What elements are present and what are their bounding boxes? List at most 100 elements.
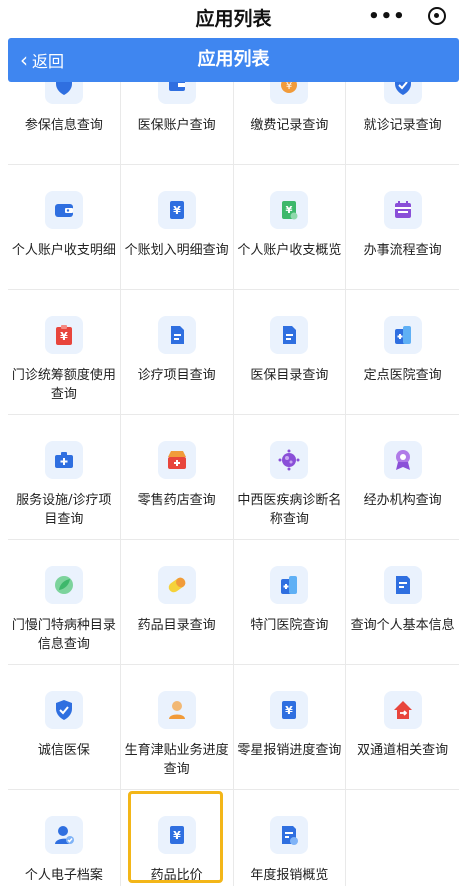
app-tile-label: 就诊记录查询	[363, 118, 442, 133]
app-tile[interactable]: 经办机构查询	[346, 415, 459, 539]
app-tile-label: 个人账户收支明细	[11, 243, 116, 258]
empty-tile	[346, 790, 459, 886]
app-tile[interactable]: 年度报销概览	[234, 790, 347, 886]
app-tile[interactable]: 双通道相关查询	[346, 665, 459, 789]
app-tile[interactable]: 门慢门特病种目录信息查询	[8, 540, 121, 664]
app-tile-label: 经办机构查询	[363, 493, 442, 508]
app-tile[interactable]: ¥ 个账划入明细查询	[121, 165, 234, 289]
app-tile[interactable]: 参保信息查询	[8, 82, 121, 164]
app-tile-label: 服务设施/诊疗项目查询	[16, 493, 112, 527]
shield-icon	[44, 82, 83, 104]
app-grid-row: 诚信医保 生育津贴业务进度查询 ¥ 零星报销进度查询 双通道相关查询	[8, 665, 459, 790]
app-tile-label: 定点医院查询	[363, 368, 442, 383]
app-tile[interactable]: ¥ 个人账户收支概览	[234, 165, 347, 289]
app-grid: 参保信息查询 医保账户查询 ¥ 缴费记录查询 就诊记录查询个人账户收支明细 ¥ 个账划入明细…	[8, 82, 459, 886]
app-tile[interactable]: 诊疗项目查询	[121, 290, 234, 414]
svg-text:¥: ¥	[60, 330, 68, 343]
app-tile-label: 诊疗项目查询	[137, 368, 216, 383]
document-icon	[157, 316, 196, 354]
yuan-ticket-icon: ¥	[157, 816, 196, 854]
app-tile-label: 门慢门特病种目录信息查询	[11, 618, 116, 652]
document-star-icon	[270, 816, 309, 854]
shield-check-icon	[44, 691, 83, 729]
person-check-icon	[44, 816, 83, 854]
app-grid-row: 参保信息查询 医保账户查询 ¥ 缴费记录查询 就诊记录查询	[8, 82, 459, 165]
app-tile[interactable]: ¥ 零星报销进度查询	[234, 665, 347, 789]
more-icon[interactable]: •••	[368, 6, 406, 27]
app-tile[interactable]: ¥ 门诊统筹额度使用查询	[8, 290, 121, 414]
document-icon	[270, 316, 309, 354]
app-tile[interactable]: 药品目录查询	[121, 540, 234, 664]
app-tile-label: 药品目录查询	[137, 618, 216, 633]
app-tile[interactable]: 办事流程查询	[346, 165, 459, 289]
app-tile[interactable]: 医保账户查询	[121, 82, 234, 164]
app-tile[interactable]: 服务设施/诊疗项目查询	[8, 415, 121, 539]
calendar-icon	[383, 191, 422, 229]
hospital-building-icon	[270, 566, 309, 604]
app-tile-label: 双通道相关查询	[357, 743, 449, 758]
app-tile-label: 参保信息查询	[24, 118, 103, 133]
app-tile-label: 特门医院查询	[250, 618, 329, 633]
app-tile[interactable]: 特门医院查询	[234, 540, 347, 664]
coin-icon: ¥	[270, 82, 309, 104]
hospital-building-icon	[383, 316, 422, 354]
app-tile-label: 个账划入明细查询	[124, 243, 229, 258]
app-tile[interactable]: 个人账户收支明细	[8, 165, 121, 289]
yuan-doc-icon: ¥	[270, 191, 309, 229]
app-tile-label: 门诊统筹额度使用查询	[11, 368, 116, 402]
wallet-card-icon	[157, 82, 196, 104]
svg-text:¥: ¥	[286, 704, 294, 717]
app-tile-label: 零星报销进度查询	[237, 743, 342, 758]
badge-ribbon-icon	[383, 441, 422, 479]
leaf-icon	[44, 566, 83, 604]
app-tile[interactable]: 诚信医保	[8, 665, 121, 789]
medical-kit-icon	[44, 441, 83, 479]
app-tile-label: 中西医疾病诊断名称查询	[237, 493, 342, 527]
app-tile[interactable]: 中西医疾病诊断名称查询	[234, 415, 347, 539]
capsule-menu[interactable]: •••	[357, 2, 457, 30]
svg-text:¥: ¥	[173, 829, 181, 842]
app-grid-row: 个人账户收支明细 ¥ 个账划入明细查询 ¥ 个人账户收支概览 办事流程查询	[8, 165, 459, 290]
app-grid-row: 门慢门特病种目录信息查询 药品目录查询 特门医院查询 查询个人基本信息	[8, 540, 459, 665]
house-arrow-icon	[383, 691, 422, 729]
shield-check-icon	[383, 82, 422, 104]
app-tile-label: 个人账户收支概览	[237, 243, 342, 258]
app-tile[interactable]: 医保目录查询	[234, 290, 347, 414]
app-grid-row: 个人电子档案 ¥ 药品比价 年度报销概览	[8, 790, 459, 886]
app-tile[interactable]: ¥ 药品比价	[121, 790, 234, 886]
app-tile[interactable]: 定点医院查询	[346, 290, 459, 414]
id-document-icon	[383, 566, 422, 604]
app-tile-label: 零售药店查询	[137, 493, 216, 508]
app-tile[interactable]: 生育津贴业务进度查询	[121, 665, 234, 789]
virus-icon	[270, 441, 309, 479]
close-target-icon[interactable]	[427, 7, 446, 25]
wallet-icon	[44, 191, 83, 229]
mini-program-topbar: 应用列表 •••	[0, 0, 467, 36]
app-tile-label: 办事流程查询	[363, 243, 442, 258]
navigation-bar: ‹ 返回 应用列表	[8, 38, 459, 82]
app-tile-label: 医保账户查询	[137, 118, 216, 133]
app-tile-label: 诚信医保	[37, 743, 90, 758]
app-grid-row: ¥ 门诊统筹额度使用查询 诊疗项目查询 医保目录查询 定点医院查询	[8, 290, 459, 415]
person-icon	[157, 691, 196, 729]
pill-icon	[157, 566, 196, 604]
app-tile-label: 药品比价	[150, 868, 203, 883]
app-tile-label: 查询个人基本信息	[350, 618, 455, 633]
app-tile[interactable]: 就诊记录查询	[346, 82, 459, 164]
app-tile[interactable]: 零售药店查询	[121, 415, 234, 539]
app-tile[interactable]: ¥ 缴费记录查询	[234, 82, 347, 164]
app-tile-label: 缴费记录查询	[250, 118, 329, 133]
svg-text:¥: ¥	[286, 82, 292, 92]
yuan-ticket-icon: ¥	[270, 691, 309, 729]
app-grid-row: 服务设施/诊疗项目查询 零售药店查询 中西医疾病诊断名称查询 经办机构查询	[8, 415, 459, 540]
app-tile[interactable]: 个人电子档案	[8, 790, 121, 886]
app-tile-label: 年度报销概览	[250, 868, 329, 883]
yuan-ticket-icon: ¥	[157, 191, 196, 229]
pharmacy-icon	[157, 441, 196, 479]
app-tile-label: 生育津贴业务进度查询	[124, 743, 229, 777]
clipboard-yuan-icon: ¥	[44, 316, 83, 354]
app-tile-label: 个人电子档案	[24, 868, 103, 883]
app-tile[interactable]: 查询个人基本信息	[346, 540, 459, 664]
svg-text:¥: ¥	[173, 204, 181, 217]
page-title: 应用列表	[197, 49, 270, 70]
